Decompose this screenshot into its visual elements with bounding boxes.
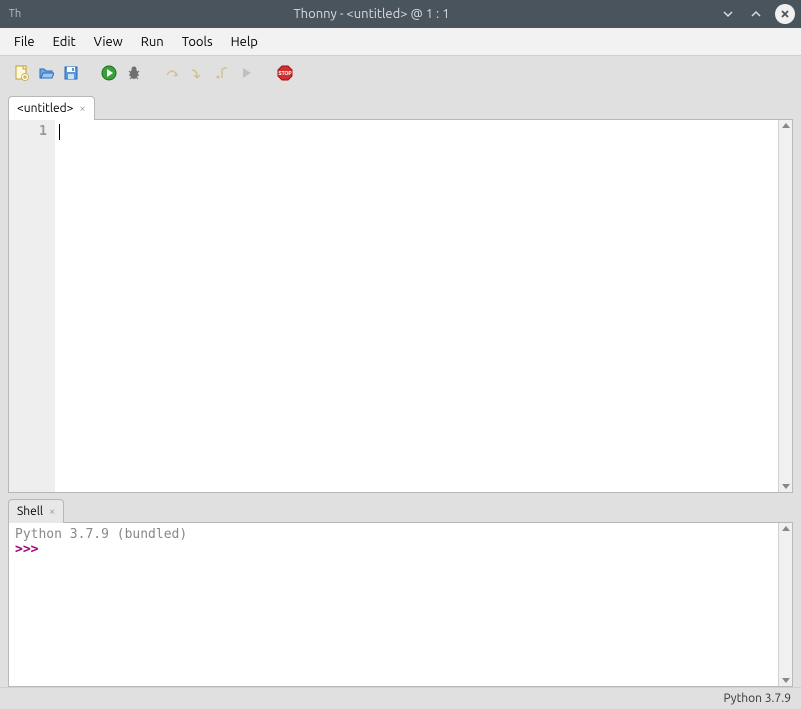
shell-tab-label: Shell [17, 505, 43, 518]
line-number: 1 [9, 124, 47, 139]
shell-pane: Shell × Python 3.7.9 (bundled) >>> [8, 499, 793, 687]
save-icon [63, 65, 79, 81]
content-area: <untitled> × 1 Shell × Python 3.7.9 (bun… [0, 90, 801, 687]
close-button[interactable] [775, 4, 795, 24]
line-number-gutter: 1 [9, 120, 55, 492]
step-over-button [161, 62, 183, 84]
new-file-button[interactable] [10, 62, 32, 84]
toolbar: STOP [0, 56, 801, 90]
statusbar: Python 3.7.9 [0, 687, 801, 709]
status-python-version[interactable]: Python 3.7.9 [724, 692, 792, 705]
code-editor[interactable] [55, 120, 778, 492]
save-button[interactable] [60, 62, 82, 84]
menu-file[interactable]: File [6, 32, 43, 52]
text-cursor [59, 124, 60, 140]
menu-view[interactable]: View [86, 32, 131, 52]
step-into-button [186, 62, 208, 84]
app-icon: Th [6, 8, 24, 20]
menu-tools[interactable]: Tools [174, 32, 221, 52]
shell-tab[interactable]: Shell × [8, 499, 64, 523]
window-controls [719, 4, 795, 24]
resume-button [236, 62, 258, 84]
editor-tab-untitled[interactable]: <untitled> × [8, 96, 95, 120]
open-file-icon [38, 65, 54, 81]
titlebar: Th Thonny - <untitled> @ 1 : 1 [0, 0, 801, 28]
shell-body: Python 3.7.9 (bundled) >>> [8, 522, 793, 687]
stop-icon: STOP [277, 65, 293, 81]
step-over-icon [164, 65, 180, 81]
step-out-icon [214, 65, 230, 81]
menubar: File Edit View Run Tools Help [0, 28, 801, 56]
editor-pane: <untitled> × 1 [8, 96, 793, 493]
step-out-button [211, 62, 233, 84]
editor-body: 1 [8, 119, 793, 493]
stop-button[interactable]: STOP [274, 62, 296, 84]
window-title: Thonny - <untitled> @ 1 : 1 [24, 7, 719, 21]
shell-output[interactable]: Python 3.7.9 (bundled) >>> [9, 523, 778, 686]
shell-scrollbar[interactable] [778, 523, 792, 686]
debug-button[interactable] [123, 62, 145, 84]
close-icon[interactable]: × [49, 506, 55, 518]
open-file-button[interactable] [35, 62, 57, 84]
menu-run[interactable]: Run [133, 32, 172, 52]
shell-version-line: Python 3.7.9 (bundled) [15, 527, 772, 542]
editor-scrollbar[interactable] [778, 120, 792, 492]
editor-tab-strip: <untitled> × [8, 96, 793, 120]
step-into-icon [189, 65, 205, 81]
run-button[interactable] [98, 62, 120, 84]
shell-prompt: >>> [15, 542, 38, 557]
run-icon [101, 65, 117, 81]
minimize-button[interactable] [719, 5, 737, 23]
close-icon[interactable]: × [79, 103, 85, 115]
menu-edit[interactable]: Edit [45, 32, 84, 52]
resume-icon [239, 65, 255, 81]
maximize-button[interactable] [747, 5, 765, 23]
debug-icon [126, 65, 142, 81]
menu-help[interactable]: Help [223, 32, 266, 52]
editor-tab-label: <untitled> [17, 102, 73, 115]
new-file-icon [13, 65, 29, 81]
shell-tab-strip: Shell × [8, 499, 793, 523]
svg-text:STOP: STOP [278, 71, 292, 77]
